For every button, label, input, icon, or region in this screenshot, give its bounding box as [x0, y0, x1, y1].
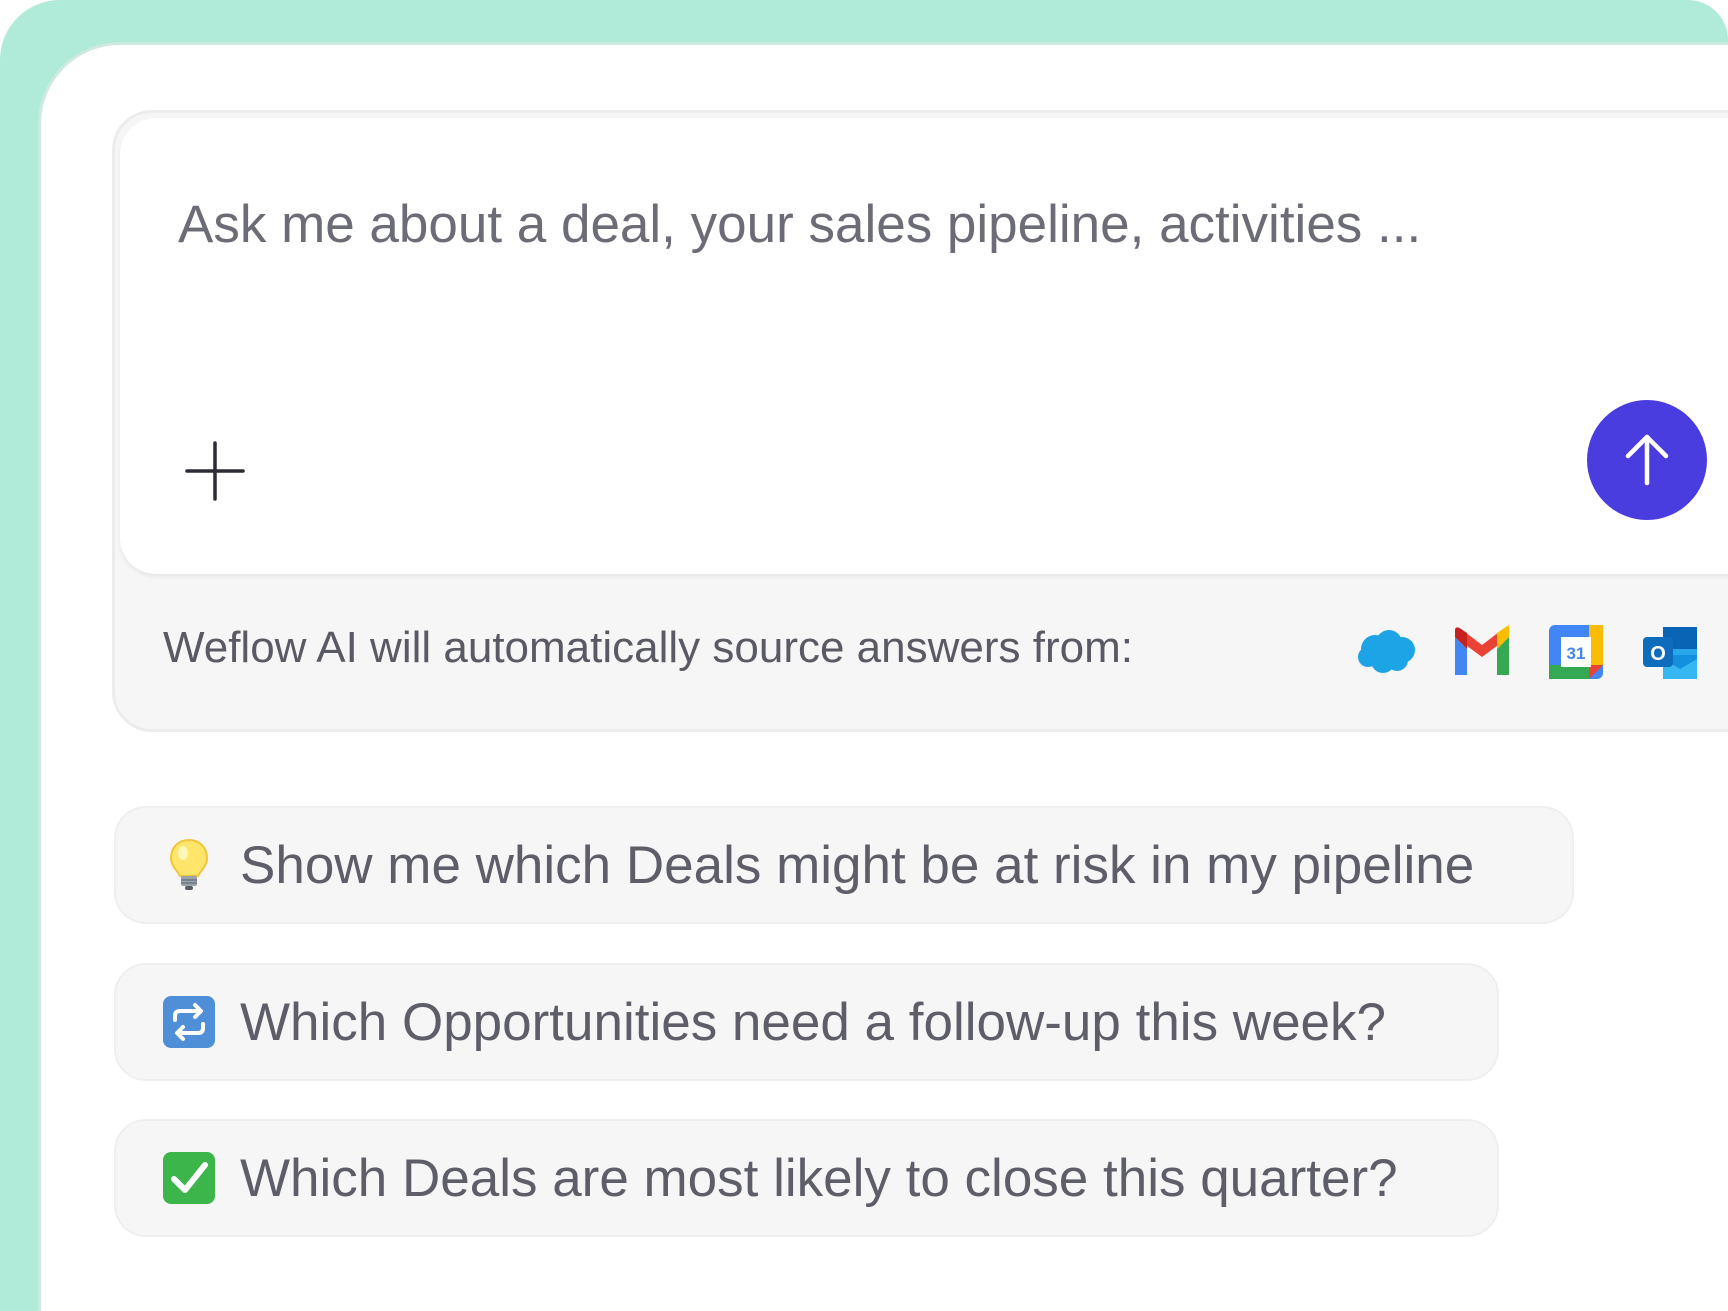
- source-icons: 31 O: [1355, 619, 1703, 685]
- suggestion-follow-up[interactable]: Which Opportunities need a follow-up thi…: [114, 963, 1499, 1081]
- sources-label: Weflow AI will automatically source answ…: [163, 623, 1133, 672]
- suggestion-text: Which Deals are most likely to close thi…: [240, 1148, 1398, 1208]
- input-card: [120, 118, 1728, 574]
- check-mark-icon: [162, 1151, 216, 1205]
- suggestion-text: Which Opportunities need a follow-up thi…: [240, 992, 1386, 1052]
- suggestion-at-risk-deals[interactable]: Show me which Deals might be at risk in …: [114, 806, 1574, 924]
- google-calendar-icon: 31: [1549, 625, 1603, 679]
- svg-text:31: 31: [1567, 644, 1586, 663]
- suggestion-likely-close[interactable]: Which Deals are most likely to close thi…: [114, 1119, 1499, 1237]
- attach-button[interactable]: [182, 438, 248, 504]
- svg-text:O: O: [1650, 643, 1666, 665]
- plus-icon: [185, 441, 245, 501]
- gmail-icon: [1455, 625, 1509, 675]
- salesforce-icon: [1358, 630, 1415, 673]
- lightbulb-icon: [162, 838, 216, 892]
- suggestion-text: Show me which Deals might be at risk in …: [240, 835, 1475, 895]
- send-button[interactable]: [1587, 400, 1707, 520]
- arrow-up-icon: [1625, 434, 1669, 486]
- repeat-icon: [162, 995, 216, 1049]
- prompt-input[interactable]: [178, 184, 1578, 264]
- chat-composer: Weflow AI will automatically source answ…: [112, 110, 1728, 732]
- outlook-icon: O: [1643, 627, 1697, 679]
